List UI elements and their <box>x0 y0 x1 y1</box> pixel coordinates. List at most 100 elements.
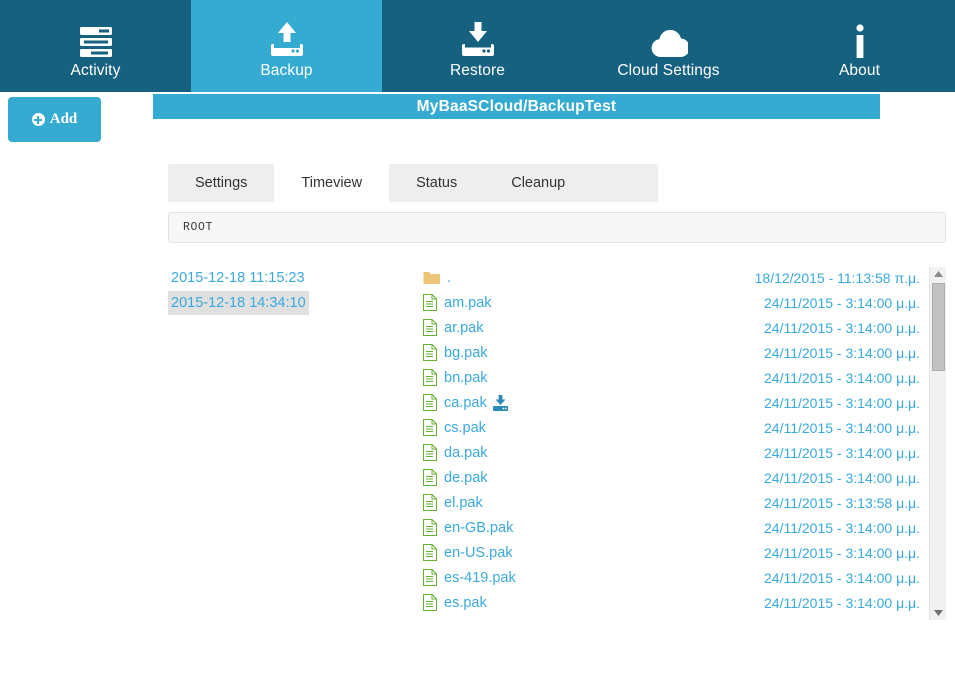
tab-bar: Settings Timeview Status Cleanup <box>168 164 658 202</box>
nav-item-label: Activity <box>71 62 121 80</box>
file-icon <box>423 494 437 511</box>
scroll-up-arrow[interactable] <box>930 267 946 281</box>
file-icon <box>423 394 437 411</box>
tab-cleanup[interactable]: Cleanup <box>484 164 592 202</box>
file-name-link[interactable]: . <box>447 270 451 286</box>
file-row: bg.pak 24/11/2015 - 3:14:00 μ.μ. <box>423 340 924 365</box>
tab-label: Status <box>416 175 457 191</box>
snapshot-item[interactable]: 2015-12-18 14:34:10 <box>168 291 309 316</box>
page-title: MyBaaSCloud/BackupTest <box>153 94 880 119</box>
tab-label: Settings <box>195 175 247 191</box>
plus-circle-icon <box>32 113 45 126</box>
file-icon <box>423 369 437 386</box>
snapshot-row: 2015-12-18 11:15:23 <box>168 266 423 291</box>
scrollbar-thumb[interactable] <box>932 283 945 371</box>
nav-item-about[interactable]: About <box>764 0 955 92</box>
info-icon <box>853 24 867 58</box>
nav-item-label: About <box>839 62 880 80</box>
upload-drive-icon <box>271 22 303 58</box>
sub-toolbar: Add MyBaaSCloud/BackupTest <box>0 92 955 148</box>
file-date: 24/11/2015 - 3:14:00 μ.μ. <box>764 470 924 486</box>
file-icon <box>423 569 437 586</box>
server-stack-icon <box>79 18 113 58</box>
breadcrumb: ROOT <box>168 212 946 243</box>
main-navigation: Activity Backup Restore Cloud Settings About <box>0 0 955 92</box>
tab-settings[interactable]: Settings <box>168 164 274 202</box>
tab-timeview[interactable]: Timeview <box>274 164 389 202</box>
cloud-icon <box>650 30 688 58</box>
file-row: en-GB.pak 24/11/2015 - 3:14:00 μ.μ. <box>423 515 924 540</box>
file-row: cs.pak 24/11/2015 - 3:14:00 μ.μ. <box>423 415 924 440</box>
file-date: 24/11/2015 - 3:14:00 μ.μ. <box>764 320 924 336</box>
add-button-label: Add <box>50 111 78 128</box>
nav-item-activity[interactable]: Activity <box>0 0 191 92</box>
info-icon <box>853 18 867 58</box>
file-name-link[interactable]: en-US.pak <box>444 545 513 561</box>
upload-drive-icon <box>271 18 303 58</box>
file-name-link[interactable]: ca.pak <box>444 395 487 411</box>
file-date: 24/11/2015 - 3:14:00 μ.μ. <box>764 370 924 386</box>
file-row: ar.pak 24/11/2015 - 3:14:00 μ.μ. <box>423 315 924 340</box>
file-date: 24/11/2015 - 3:14:00 μ.μ. <box>764 295 924 311</box>
file-icon <box>423 594 437 611</box>
nav-item-cloud-settings[interactable]: Cloud Settings <box>573 0 764 92</box>
file-name-link[interactable]: da.pak <box>444 445 488 461</box>
download-drive-icon <box>462 22 494 58</box>
scroll-down-arrow[interactable] <box>930 606 946 620</box>
file-icon <box>423 294 437 311</box>
file-date: 24/11/2015 - 3:14:00 μ.μ. <box>764 570 924 586</box>
file-date: 24/11/2015 - 3:14:00 μ.μ. <box>764 595 924 611</box>
file-date: 24/11/2015 - 3:14:00 μ.μ. <box>764 420 924 436</box>
timeview-columns: 2015-12-18 11:15:232015-12-18 14:34:10 .… <box>168 265 946 620</box>
file-date: 24/11/2015 - 3:14:00 μ.μ. <box>764 520 924 536</box>
file-name-link[interactable]: cs.pak <box>444 420 486 436</box>
file-name-link[interactable]: ar.pak <box>444 320 484 336</box>
snapshot-list: 2015-12-18 11:15:232015-12-18 14:34:10 <box>168 265 423 620</box>
file-name-link[interactable]: es-419.pak <box>444 570 516 586</box>
file-icon <box>423 319 437 336</box>
file-date: 24/11/2015 - 3:14:00 μ.μ. <box>764 545 924 561</box>
file-icon <box>423 469 437 486</box>
snapshot-row: 2015-12-18 14:34:10 <box>168 291 423 316</box>
download-icon[interactable] <box>493 395 508 411</box>
file-list-scrollbar[interactable] <box>929 267 946 620</box>
file-row: en-US.pak 24/11/2015 - 3:14:00 μ.μ. <box>423 540 924 565</box>
file-date: 24/11/2015 - 3:13:58 μ.μ. <box>764 495 924 511</box>
file-row: da.pak 24/11/2015 - 3:14:00 μ.μ. <box>423 440 924 465</box>
file-row: es-419.pak 24/11/2015 - 3:14:00 μ.μ. <box>423 565 924 590</box>
file-date: 24/11/2015 - 3:14:00 μ.μ. <box>764 445 924 461</box>
file-row: bn.pak 24/11/2015 - 3:14:00 μ.μ. <box>423 365 924 390</box>
file-name-link[interactable]: el.pak <box>444 495 483 511</box>
file-date: 18/12/2015 - 11:13:58 π.μ. <box>755 270 924 286</box>
tab-label: Timeview <box>301 175 362 191</box>
file-name-link[interactable]: en-GB.pak <box>444 520 513 536</box>
file-date: 24/11/2015 - 3:14:00 μ.μ. <box>764 395 924 411</box>
file-name-link[interactable]: am.pak <box>444 295 492 311</box>
nav-item-label: Cloud Settings <box>617 62 719 80</box>
file-icon <box>423 419 437 436</box>
tab-label: Cleanup <box>511 175 565 191</box>
file-row: am.pak 24/11/2015 - 3:14:00 μ.μ. <box>423 290 924 315</box>
file-name-link[interactable]: bn.pak <box>444 370 488 386</box>
file-list: . 18/12/2015 - 11:13:58 π.μ. am.pak 24/11/2… <box>423 265 946 620</box>
file-row: es.pak 24/11/2015 - 3:14:00 μ.μ. <box>423 590 924 615</box>
file-row: ca.pak 24/11/2015 - 3:14:00 μ.μ. <box>423 390 924 415</box>
snapshot-item[interactable]: 2015-12-18 11:15:23 <box>168 266 308 291</box>
file-name-link[interactable]: bg.pak <box>444 345 488 361</box>
file-row: . 18/12/2015 - 11:13:58 π.μ. <box>423 265 924 290</box>
nav-item-restore[interactable]: Restore <box>382 0 573 92</box>
nav-item-label: Restore <box>450 62 505 80</box>
cloud-icon <box>650 18 688 58</box>
file-name-link[interactable]: de.pak <box>444 470 488 486</box>
nav-item-backup[interactable]: Backup <box>191 0 382 92</box>
server-stack-icon <box>79 26 113 58</box>
file-name-link[interactable]: es.pak <box>444 595 487 611</box>
file-date: 24/11/2015 - 3:14:00 μ.μ. <box>764 345 924 361</box>
file-icon <box>423 444 437 461</box>
add-button[interactable]: Add <box>8 97 101 142</box>
tab-status[interactable]: Status <box>389 164 484 202</box>
file-row: el.pak 24/11/2015 - 3:13:58 μ.μ. <box>423 490 924 515</box>
folder-icon <box>423 271 440 285</box>
file-icon <box>423 344 437 361</box>
file-icon <box>423 519 437 536</box>
